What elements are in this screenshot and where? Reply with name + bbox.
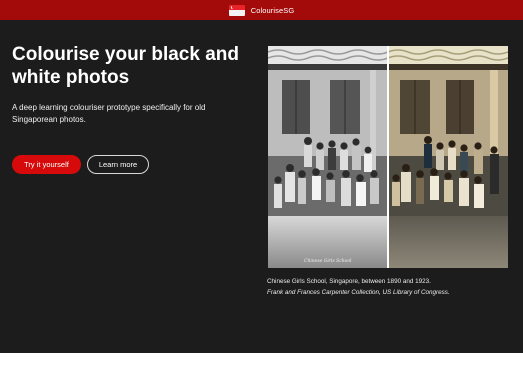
hero-title: Colourise your black and white photos xyxy=(12,44,239,88)
photo-caption-line1: Chinese Girls School, Singapore, between… xyxy=(267,278,431,285)
comparison-divider[interactable] xyxy=(387,46,389,268)
brand-name[interactable]: ColouriseSG xyxy=(251,6,295,15)
before-after-photo[interactable]: Chinese Girls School xyxy=(268,46,508,268)
colour-half xyxy=(387,46,508,268)
singapore-flag-icon xyxy=(228,4,245,16)
photo-caption: Chinese Girls School, Singapore, between… xyxy=(267,277,519,298)
top-bar: ColouriseSG xyxy=(0,0,523,20)
photo-handwritten-caption: Chinese Girls School xyxy=(304,258,352,264)
photo-caption-line2: Frank and Frances Carpenter Collection, … xyxy=(267,288,450,296)
comparison-image: Chinese Girls School xyxy=(268,46,508,268)
hero-description: A deep learning colouriser prototype spe… xyxy=(12,103,206,124)
learn-more-button[interactable]: Learn more xyxy=(87,155,149,174)
try-it-yourself-button[interactable]: Try it yourself xyxy=(12,155,81,174)
bw-half: Chinese Girls School xyxy=(268,46,389,268)
